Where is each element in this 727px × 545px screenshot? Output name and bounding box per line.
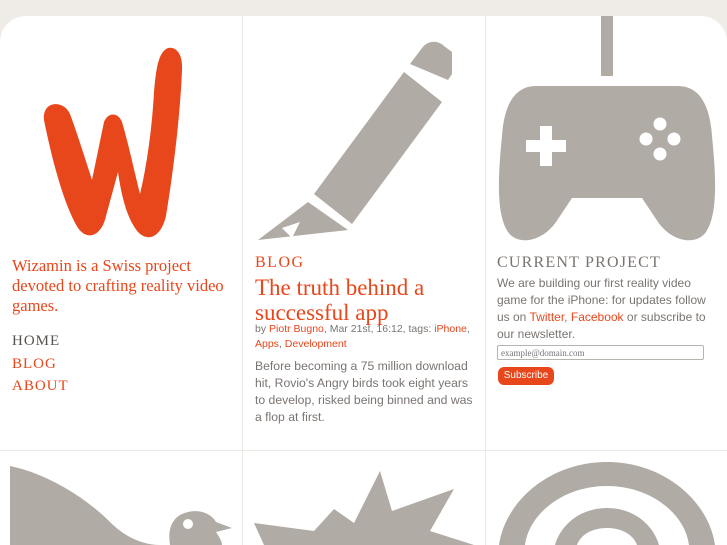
author-link[interactable]: Piotr Bugno — [269, 323, 324, 335]
pencil-icon — [258, 41, 452, 240]
wizamin-logo-icon[interactable] — [30, 30, 200, 245]
post-title-link[interactable]: The truth behind a successful app — [255, 275, 470, 325]
subscribe-button[interactable]: Subscribe — [498, 367, 554, 385]
current-project-text: We are building our first reality video … — [497, 275, 719, 343]
post-date: , Mar 21st, 16:12, tags: — [323, 323, 432, 335]
bird-icon — [10, 466, 232, 545]
post-meta: by Piotr Bugno, Mar 21st, 16:12, tags: i… — [255, 323, 470, 350]
main-nav: HOME BLOG ABOUT — [12, 330, 69, 398]
row-divider — [0, 450, 727, 451]
blog-section-label: BLOG — [255, 254, 305, 271]
nav-about[interactable]: ABOUT — [12, 375, 69, 398]
gamepad-icon — [498, 16, 716, 241]
nav-blog[interactable]: BLOG — [12, 353, 69, 376]
column-divider — [242, 16, 243, 545]
at-sign-icon — [499, 462, 715, 545]
email-field[interactable] — [497, 345, 704, 360]
intro-tagline: Wizamin is a Swiss project devoted to cr… — [12, 256, 224, 315]
twitter-link[interactable]: Twitter — [529, 310, 564, 324]
post-excerpt: Before becoming a 75 million download hi… — [255, 359, 473, 424]
column-divider — [485, 16, 486, 545]
page-container: Wizamin is a Swiss project devoted to cr… — [0, 16, 727, 545]
tag-link[interactable]: Development — [285, 338, 347, 350]
nav-home[interactable]: HOME — [12, 330, 69, 353]
current-project-title: CURRENT PROJECT — [497, 254, 661, 271]
separator: , — [564, 310, 568, 324]
tag-link[interactable]: Apps — [255, 338, 279, 350]
tag-link[interactable]: iPhone — [434, 323, 467, 335]
facebook-link[interactable]: Facebook — [571, 310, 624, 324]
explosion-icon — [254, 471, 474, 545]
meta-prefix: by — [255, 323, 267, 335]
